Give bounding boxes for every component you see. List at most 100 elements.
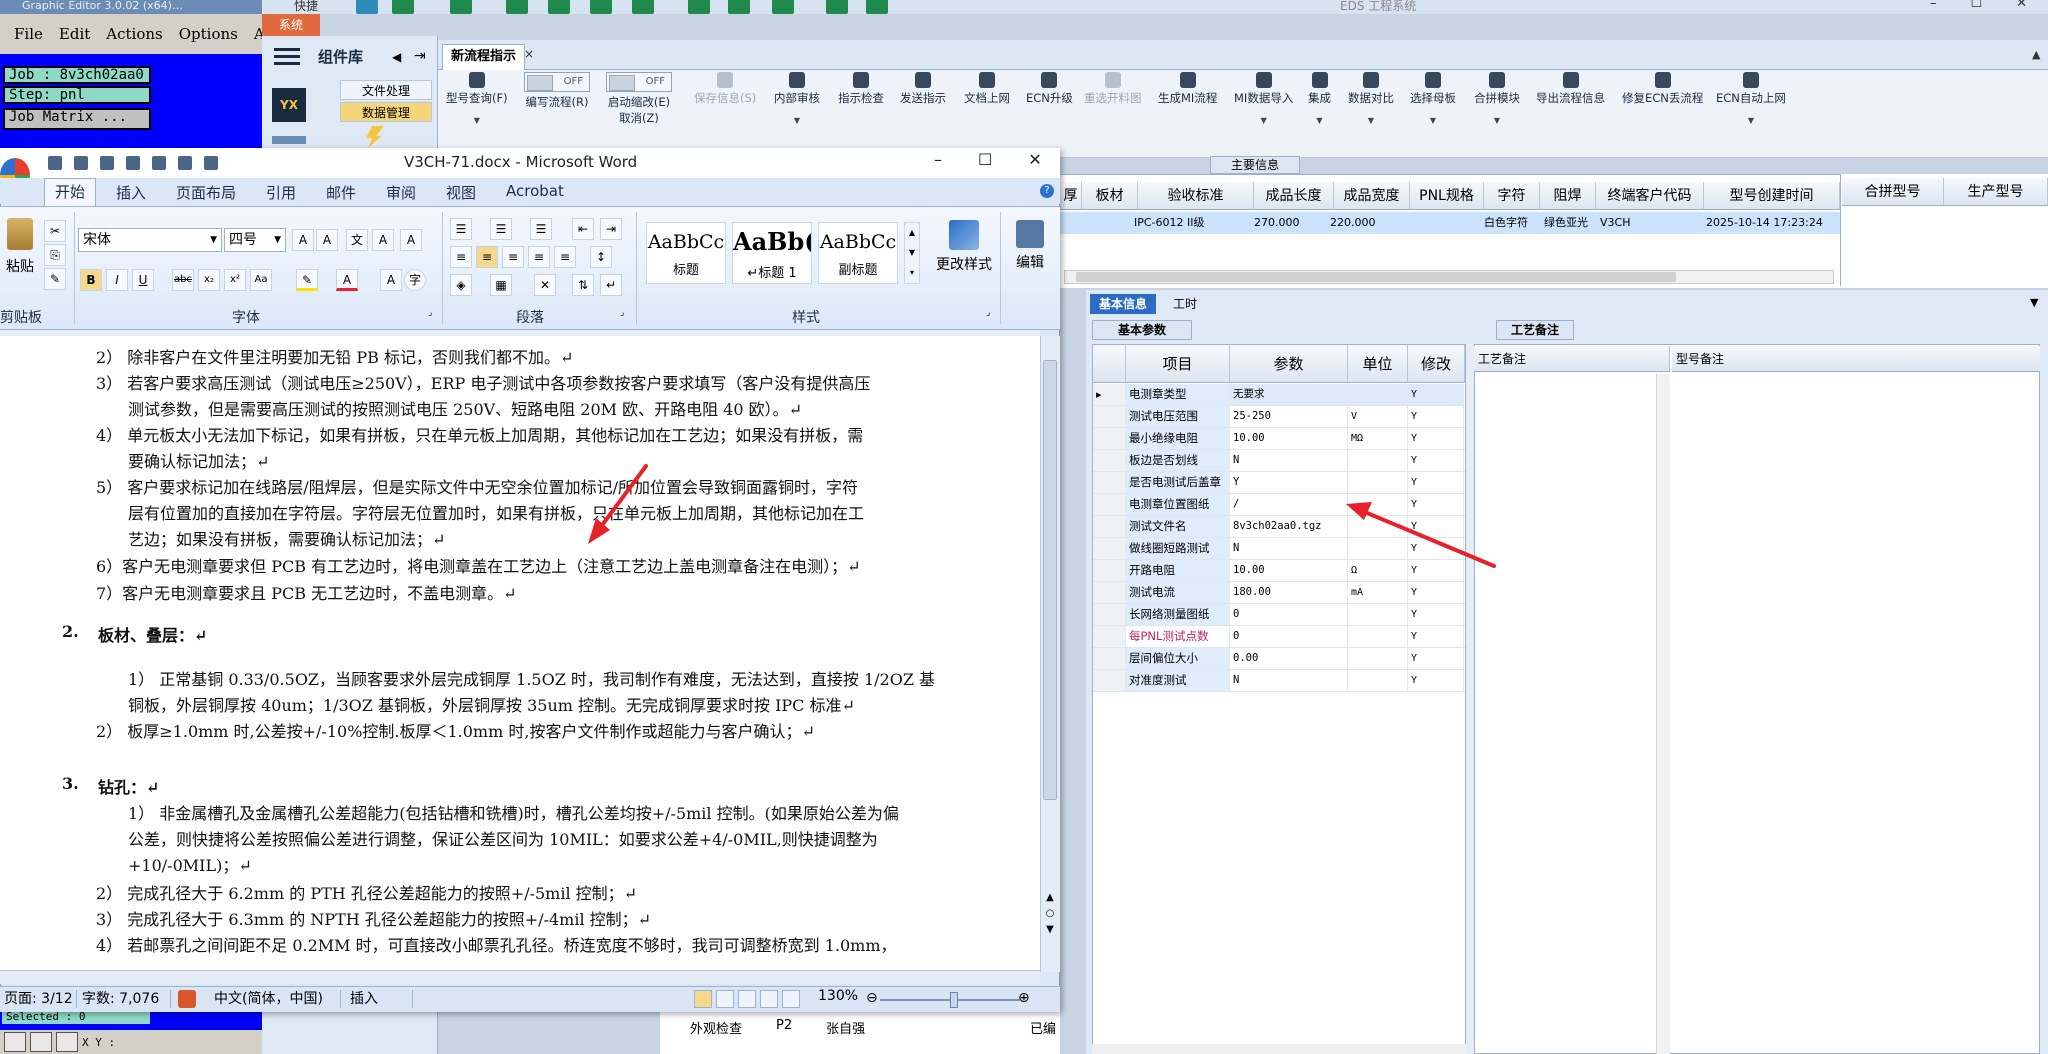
numbering-icon[interactable]: ☰	[490, 218, 512, 240]
document-line[interactable]: +10/-0MIL)；↵	[128, 852, 252, 876]
params-col-value[interactable]: 参数	[1230, 345, 1348, 383]
col-production-model[interactable]: 生产型号	[1944, 178, 2048, 206]
word-tab-acrobat[interactable]: Acrobat	[506, 182, 564, 200]
word-tab-view[interactable]: 视图	[446, 182, 476, 203]
document-line[interactable]: 4） 单元板太小无法加下标记，如果有拼板，只在单元板上加周期，其他标记加在工艺边…	[96, 422, 863, 446]
copy-icon[interactable]	[590, 0, 612, 14]
status-insert-mode[interactable]: 插入	[350, 988, 378, 1008]
tab-new-process[interactable]: 新流程指示	[442, 44, 526, 70]
param-name[interactable]: 做线圈短路测试	[1126, 538, 1230, 559]
document-line[interactable]: 4） 若邮票孔之间间距不足 0.2MM 时，可直接改小邮票孔孔径。桥连宽度不够时…	[96, 932, 897, 956]
help-icon[interactable]: ?	[1040, 184, 1054, 198]
document-line[interactable]: 1） 正常基铜 0.33/0.5OZ，当顾客要求外层完成铜厚 1.5OZ 时，我…	[128, 666, 935, 690]
superscript-button[interactable]: x²	[224, 269, 246, 291]
param-value[interactable]: Y	[1230, 472, 1348, 493]
table-row[interactable]: 测试电流 180.00 mA Y	[1093, 582, 1465, 604]
font-dialog-launcher-icon[interactable]: ⌟	[428, 308, 432, 318]
param-name[interactable]: 板边是否划线	[1126, 450, 1230, 471]
params-horizontal-scrollbar[interactable]	[1092, 1044, 1466, 1054]
distributed-icon[interactable]: ≡	[554, 246, 576, 268]
line-spacing-icon[interactable]: ↕	[590, 246, 612, 268]
copy-icon[interactable]: ⎘	[44, 244, 66, 266]
btn-reselect-cut-drawing[interactable]: 重选开料图	[1084, 72, 1142, 142]
word-maximize-icon[interactable]: ☐	[978, 150, 992, 169]
word-minimize-icon[interactable]: –	[934, 150, 942, 169]
btn-internal-review[interactable]: 内部审核 ▼	[774, 72, 820, 142]
search-icon[interactable]	[356, 0, 378, 14]
zoom-out-icon[interactable]: ⊖	[866, 990, 878, 1006]
param-name[interactable]: 开路电阻	[1126, 560, 1230, 581]
yx-logo-icon[interactable]: YX	[272, 88, 306, 122]
tab-basic-info[interactable]: 基本信息	[1090, 294, 1156, 314]
document-line[interactable]: 铜板，外层铜厚按 40um；1/3OZ 基铜板，外层铜厚按 35um 控制。无完…	[128, 692, 855, 716]
param-name[interactable]: 每PNL测试点数	[1126, 626, 1230, 647]
lower-collapse-icon[interactable]: ▼	[2030, 296, 2038, 309]
user-icon[interactable]	[688, 0, 710, 14]
btn-instruction-check[interactable]: 指示检查	[838, 72, 884, 142]
btn-ecn-auto-upload[interactable]: ECN自动上网 ▼	[1716, 72, 1786, 142]
hamburger-menu-icon[interactable]	[274, 48, 300, 66]
col-thickness[interactable]: 厚	[1060, 182, 1082, 210]
toggle-start-revision[interactable]: OFF	[606, 72, 672, 92]
web-layout-icon[interactable]	[738, 990, 756, 1008]
tab-close-icon[interactable]: ×	[524, 47, 534, 61]
document-line[interactable]: 1） 非金属槽孔及金属槽孔公差超能力(包括钻槽和铣槽)时，槽孔公差均按+/-5m…	[128, 800, 899, 824]
style-heading-1[interactable]: AaBb(↵标题 1	[732, 222, 812, 284]
status-page[interactable]: 页面: 3/12	[4, 988, 73, 1008]
btn-ecn-upgrade[interactable]: ECN升级	[1026, 72, 1073, 142]
word-tab-mailings[interactable]: 邮件	[326, 182, 356, 203]
table-row[interactable]: 做线圈短路测试 N Y	[1093, 538, 1465, 560]
param-value[interactable]: /	[1230, 494, 1348, 515]
image-icon[interactable]	[728, 0, 750, 14]
ribbon-collapse-icon[interactable]: ▲	[2032, 48, 2040, 61]
param-modify-flag[interactable]: Y	[1408, 582, 1464, 603]
left-nav-prev-icon[interactable]: ◀	[392, 50, 401, 64]
param-unit[interactable]: V	[1348, 406, 1408, 427]
ge-tool-cross-icon[interactable]	[30, 1032, 52, 1052]
param-modify-flag[interactable]: Y	[1408, 472, 1464, 493]
param-unit[interactable]	[1348, 648, 1408, 669]
col-combined-model[interactable]: 合拼型号	[1842, 178, 1944, 206]
undo-icon[interactable]	[74, 156, 88, 170]
document-line[interactable]: 6）客户无电测章要求但 PCB 有工艺边时，将电测章盖在工艺边上（注意工艺边上盖…	[96, 553, 861, 577]
spellcheck-icon[interactable]	[178, 156, 192, 170]
table-row[interactable]: 板边是否划线 N Y	[1093, 450, 1465, 472]
table-row[interactable]: 电测章位置图纸 / Y	[1093, 494, 1465, 516]
param-unit[interactable]: Ω	[1348, 560, 1408, 581]
btn-export-process-info[interactable]: 导出流程信息	[1536, 72, 1605, 142]
param-value[interactable]: 0	[1230, 626, 1348, 647]
style-heading[interactable]: AaBbCc 标题	[646, 222, 726, 284]
increase-indent-icon[interactable]: ⇥	[600, 218, 622, 240]
table-row[interactable]: 是否电测试后盖章 Y Y	[1093, 472, 1465, 494]
outline-icon[interactable]	[760, 990, 778, 1008]
param-modify-flag[interactable]: Y	[1408, 428, 1464, 449]
ge-menu-edit[interactable]: Edit	[59, 25, 90, 43]
draft-icon[interactable]	[782, 990, 800, 1008]
param-name[interactable]: 最小绝缘电阻	[1126, 428, 1230, 449]
btn-data-compare[interactable]: 数据对比 ▼	[1348, 72, 1394, 142]
grid-icon[interactable]	[548, 0, 570, 14]
param-modify-flag[interactable]: Y	[1408, 604, 1464, 625]
save-icon[interactable]	[48, 156, 62, 170]
word-tab-references[interactable]: 引用	[266, 182, 296, 203]
param-value[interactable]: 25-250	[1230, 406, 1348, 427]
status-zoom-level[interactable]: 130%	[818, 988, 858, 1004]
col-legend[interactable]: 字符	[1484, 182, 1540, 210]
enclosed-char-icon[interactable]: 字	[404, 269, 426, 291]
full-screen-icon[interactable]	[716, 990, 734, 1008]
table-row[interactable]: 每PNL测试点数 0 Y	[1093, 626, 1465, 648]
bullets-icon[interactable]: ☰	[450, 218, 472, 240]
ge-menu-actions[interactable]: Actions	[106, 25, 162, 43]
word-horizontal-scrollbar[interactable]	[0, 970, 1040, 984]
grow-font-icon[interactable]: A	[292, 229, 314, 251]
word-tab-home[interactable]: 开始	[44, 178, 96, 206]
table-row[interactable]: 长网络测量图纸 0 Y	[1093, 604, 1465, 626]
document-line[interactable]: 5） 客户要求标记加在线路层/阻焊层，但是实际文件中无空余位置加标记/所加位置会…	[96, 474, 858, 498]
document-line[interactable]: 2） 板厚≥1.0mm 时,公差按+/-10%控制.板厚＜1.0mm 时,按客户…	[96, 718, 815, 742]
params-col-item[interactable]: 项目	[1126, 345, 1230, 383]
strikethrough-button[interactable]: abc	[172, 269, 194, 291]
col-material[interactable]: 板材	[1082, 182, 1138, 210]
table-row[interactable]: 测试电压范围 25-250 V Y	[1093, 406, 1465, 428]
change-styles-button[interactable]: 更改样式	[932, 220, 996, 274]
param-name[interactable]: 测试电流	[1126, 582, 1230, 603]
